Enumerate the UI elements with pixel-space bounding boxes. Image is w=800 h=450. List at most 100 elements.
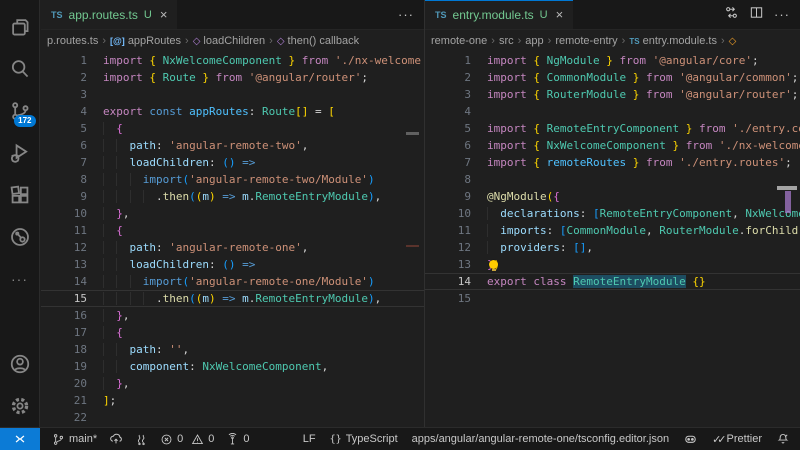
run-debug-icon[interactable] — [0, 132, 40, 174]
code-line[interactable]: 7import { remoteRoutes } from './entry.r… — [425, 154, 800, 171]
more-actions-icon[interactable]: ··· — [398, 7, 414, 22]
code-line[interactable]: 13 loadChildren: () => — [41, 256, 424, 273]
code-line[interactable]: 17 { — [41, 324, 424, 341]
accounts-icon[interactable] — [0, 343, 40, 385]
code-line[interactable]: 2import { Route } from '@angular/router'… — [41, 69, 424, 86]
line-number[interactable]: 18 — [41, 341, 87, 358]
publish-changes-item[interactable] — [109, 432, 123, 446]
code-line[interactable]: 7 loadChildren: () => — [41, 154, 424, 171]
code-editor[interactable]: 1import { NxWelcomeComponent } from './n… — [41, 52, 424, 427]
eol-item[interactable]: LF — [303, 433, 316, 445]
extensions-icon[interactable] — [0, 174, 40, 216]
code-line[interactable]: 8 import('angular-remote-two/Module') — [41, 171, 424, 188]
breadcrumb-item[interactable]: ◇loadChildren — [193, 35, 265, 47]
code-line[interactable]: 14export class RemoteEntryModule {} — [425, 273, 800, 290]
line-number[interactable]: 12 — [425, 239, 471, 256]
settings-gear-icon[interactable] — [0, 385, 40, 427]
line-number[interactable]: 7 — [425, 154, 471, 171]
tsconfig-item[interactable]: apps/angular/angular-remote-one/tsconfig… — [412, 433, 669, 445]
breadcrumb-item[interactable]: p.routes.ts — [47, 35, 98, 47]
copilot-item[interactable] — [683, 432, 698, 447]
code-line[interactable]: 15 .then((m) => m.RemoteEntryModule), — [41, 290, 424, 307]
code-line[interactable]: 10 declarations: [RemoteEntryComponent, … — [425, 205, 800, 222]
code-line[interactable]: 12 path: 'angular-remote-one', — [41, 239, 424, 256]
code-line[interactable]: 12 providers: [], — [425, 239, 800, 256]
line-number[interactable]: 13 — [41, 256, 87, 273]
line-number[interactable]: 1 — [41, 52, 87, 69]
breadcrumb-item[interactable]: TSentry.module.ts — [629, 35, 717, 47]
code-line[interactable]: 3 — [41, 86, 424, 103]
tab-entry-module-ts[interactable]: TS entry.module.ts U × — [425, 0, 573, 29]
line-number[interactable]: 5 — [41, 120, 87, 137]
breadcrumb-item[interactable]: app — [525, 35, 543, 47]
line-number[interactable]: 15 — [41, 290, 87, 307]
line-number[interactable]: 10 — [425, 205, 471, 222]
line-number[interactable]: 9 — [41, 188, 87, 205]
code-line[interactable]: 21]; — [41, 392, 424, 409]
code-line[interactable]: 5import { RemoteEntryComponent } from '.… — [425, 120, 800, 137]
git-branch-item[interactable]: main* — [52, 433, 97, 446]
breadcrumb-item[interactable]: ◇then() callback — [277, 35, 359, 47]
code-line[interactable]: 18 path: '', — [41, 341, 424, 358]
problems-item[interactable]: 0 0 — [160, 433, 214, 446]
line-number[interactable]: 6 — [41, 137, 87, 154]
notifications-item[interactable] — [776, 432, 790, 446]
more-views-icon[interactable]: ··· — [0, 258, 40, 300]
close-tab-icon[interactable]: × — [556, 7, 564, 22]
formatter-item[interactable]: ✓✓ Prettier — [712, 433, 762, 446]
breadcrumb-item[interactable]: remote-one — [431, 35, 487, 47]
line-number[interactable]: 8 — [41, 171, 87, 188]
breadcrumb-item[interactable]: ◇ — [729, 35, 740, 47]
code-line[interactable]: 8 — [425, 171, 800, 188]
line-number[interactable]: 11 — [425, 222, 471, 239]
line-number[interactable]: 5 — [425, 120, 471, 137]
code-line[interactable]: 3import { RouterModule } from '@angular/… — [425, 86, 800, 103]
code-line[interactable]: 9 .then((m) => m.RemoteEntryModule), — [41, 188, 424, 205]
line-number[interactable]: 22 — [41, 409, 87, 426]
line-number[interactable]: 4 — [41, 103, 87, 120]
line-number[interactable]: 3 — [425, 86, 471, 103]
code-line[interactable]: 5 { — [41, 120, 424, 137]
breadcrumb-item[interactable]: [@]appRoutes — [110, 35, 181, 47]
code-line[interactable]: 11 imports: [CommonModule, RouterModule.… — [425, 222, 800, 239]
line-number[interactable]: 1 — [425, 52, 471, 69]
code-line[interactable]: 15 — [425, 290, 800, 307]
line-number[interactable]: 8 — [425, 171, 471, 188]
code-line[interactable]: 19 component: NxWelcomeComponent, — [41, 358, 424, 375]
line-number[interactable]: 14 — [41, 273, 87, 290]
code-line[interactable]: 1import { NxWelcomeComponent } from './n… — [41, 52, 424, 69]
compare-changes-icon[interactable] — [724, 5, 739, 25]
code-line[interactable]: 13}) — [425, 256, 800, 273]
source-control-icon[interactable]: 172 — [0, 90, 40, 132]
line-number[interactable]: 16 — [41, 307, 87, 324]
line-number[interactable]: 15 — [425, 290, 471, 307]
line-number[interactable]: 17 — [41, 324, 87, 341]
line-number[interactable]: 20 — [41, 375, 87, 392]
code-line[interactable]: 2import { CommonModule } from '@angular/… — [425, 69, 800, 86]
line-number[interactable]: 11 — [41, 222, 87, 239]
search-icon[interactable] — [0, 48, 40, 90]
ports-item[interactable]: 0 — [226, 433, 249, 446]
explorer-icon[interactable] — [0, 6, 40, 48]
code-line[interactable]: 4export const appRoutes: Route[] = [ — [41, 103, 424, 120]
extra-extension-icon[interactable] — [0, 216, 40, 258]
breadcrumb-item[interactable]: src — [499, 35, 514, 47]
language-mode-item[interactable]: {} TypeScript — [330, 433, 398, 445]
line-number[interactable]: 3 — [41, 86, 87, 103]
line-number[interactable]: 4 — [425, 103, 471, 120]
line-number[interactable]: 6 — [425, 137, 471, 154]
code-line[interactable]: 6 path: 'angular-remote-two', — [41, 137, 424, 154]
line-number[interactable]: 2 — [425, 69, 471, 86]
line-number[interactable]: 2 — [41, 69, 87, 86]
line-number[interactable]: 19 — [41, 358, 87, 375]
code-line[interactable]: 1import { NgModule } from '@angular/core… — [425, 52, 800, 69]
code-line[interactable]: 20 }, — [41, 375, 424, 392]
line-number[interactable]: 7 — [41, 154, 87, 171]
close-tab-icon[interactable]: × — [160, 7, 168, 22]
code-editor[interactable]: 1import { NgModule } from '@angular/core… — [425, 52, 800, 427]
line-number[interactable]: 9 — [425, 188, 471, 205]
line-number[interactable]: 13 — [425, 256, 471, 273]
code-line[interactable]: 14 import('angular-remote-one/Module') — [41, 273, 424, 290]
code-line[interactable]: 10 }, — [41, 205, 424, 222]
split-editor-icon[interactable] — [749, 5, 764, 25]
